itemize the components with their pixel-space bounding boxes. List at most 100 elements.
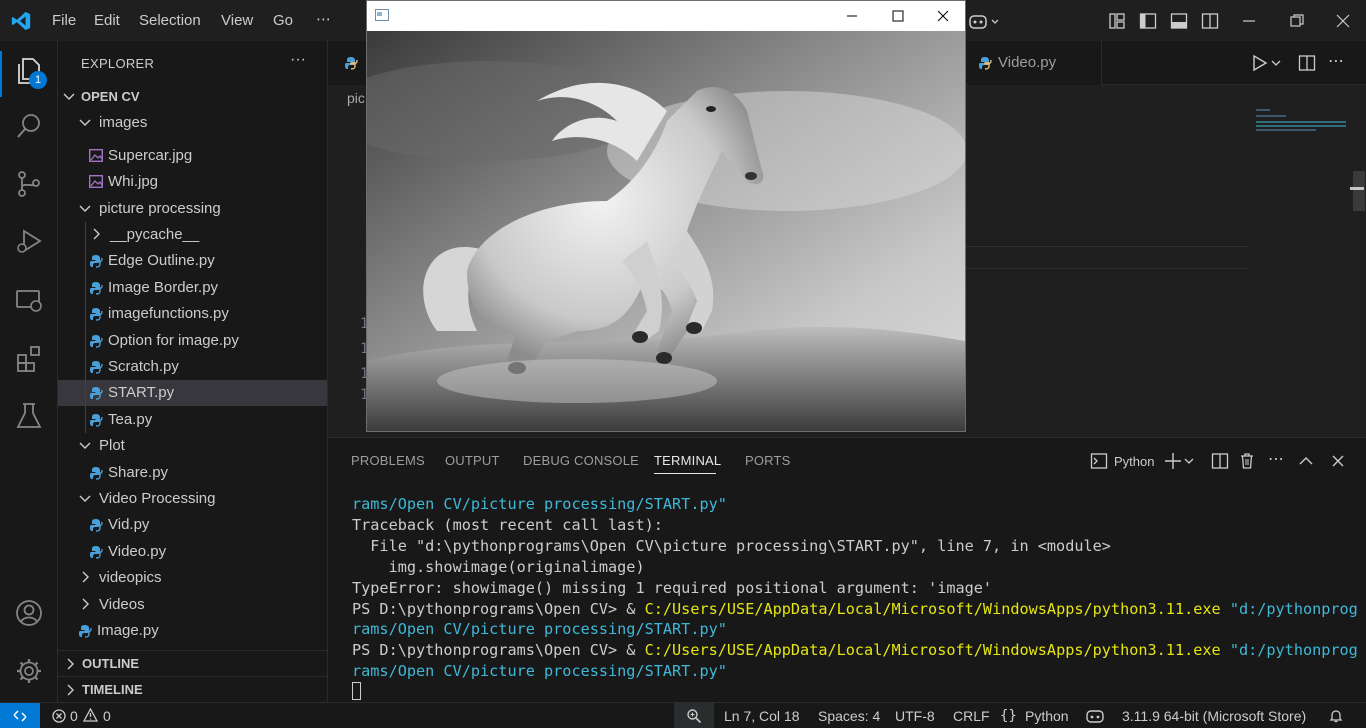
editor-more-button[interactable]: ⋯ <box>1328 51 1344 71</box>
tree-item[interactable]: START.py <box>58 380 327 406</box>
menu-edit[interactable]: Edit <box>94 12 120 29</box>
tree-item[interactable]: picture processing <box>58 196 327 222</box>
new-terminal-icon[interactable] <box>1164 452 1196 470</box>
python-file-icon <box>90 546 103 559</box>
python-file-icon <box>90 414 103 427</box>
tree-item[interactable]: Tea.py <box>58 407 327 433</box>
menu-more-button[interactable]: ⋯ <box>316 10 331 28</box>
copilot-icon[interactable] <box>968 12 1002 30</box>
terminal-text: rams/Open CV/picture processing/START.py… <box>352 662 727 681</box>
customize-layout-icon[interactable] <box>1108 12 1126 30</box>
chevron-down-icon <box>79 442 91 449</box>
explorer-more-button[interactable]: ··· <box>290 51 306 69</box>
testing-icon[interactable] <box>14 401 44 431</box>
menu-go[interactable]: Go <box>273 12 293 29</box>
tree-item[interactable]: Share.py <box>58 460 327 486</box>
python-interpreter[interactable]: 3.11.9 64-bit (Microsoft Store) <box>1122 708 1306 724</box>
tree-item[interactable]: Option for image.py <box>58 328 327 354</box>
tree-item[interactable]: Videos <box>58 592 327 618</box>
search-icon[interactable] <box>14 111 44 141</box>
opencv-image-window[interactable] <box>366 0 966 432</box>
minimize-icon[interactable] <box>845 9 859 23</box>
tab-partial[interactable] <box>328 41 368 85</box>
zoom-button[interactable] <box>674 703 714 728</box>
terminal-icon <box>1090 453 1108 469</box>
tree-item[interactable]: Supercar.jpg <box>58 143 327 169</box>
indentation[interactable]: Spaces: 4 <box>818 708 880 724</box>
tree-item[interactable]: imagefunctions.py <box>58 301 327 327</box>
timeline-section[interactable]: TIMELINE <box>58 676 327 702</box>
encoding[interactable]: UTF-8 <box>895 708 935 724</box>
minimap[interactable] <box>1256 105 1352 135</box>
tree-item[interactable]: Vid.py <box>58 512 327 538</box>
run-debug-icon[interactable] <box>14 226 44 256</box>
terminal-line: PS D:\pythonprograms\Open CV> & C:/Users… <box>352 599 1358 620</box>
tree-item[interactable]: Video.py <box>58 539 327 565</box>
tree-item[interactable]: Whi.jpg <box>58 169 327 195</box>
accounts-icon[interactable] <box>14 598 44 628</box>
tree-item[interactable]: Edge Outline.py <box>58 248 327 274</box>
tree-item[interactable]: videopics <box>58 565 327 591</box>
remote-explorer-icon[interactable] <box>14 286 44 316</box>
maximize-icon[interactable] <box>891 9 905 23</box>
notifications-bell-icon[interactable] <box>1328 708 1344 724</box>
tree-item-label: Image Border.py <box>108 279 219 296</box>
tab-output[interactable]: OUTPUT <box>445 453 500 468</box>
tab-video-py[interactable]: Video.py <box>968 41 1102 85</box>
tree-item[interactable]: Image.py <box>58 618 327 644</box>
tree-item[interactable]: Video Processing <box>58 486 327 512</box>
panel-more-button[interactable]: ⋯ <box>1268 449 1284 469</box>
chevron-right-icon <box>82 571 89 583</box>
terminal-profile[interactable]: Python <box>1114 454 1154 469</box>
minimize-window-icon[interactable] <box>1240 12 1258 30</box>
tree-item[interactable]: Plot <box>58 433 327 459</box>
chevron-right-icon <box>67 658 74 670</box>
toggle-primary-sidebar-icon[interactable] <box>1139 12 1157 30</box>
copilot-status-icon[interactable] <box>1085 708 1105 724</box>
menu-view[interactable]: View <box>221 12 253 29</box>
restore-window-icon[interactable] <box>1288 12 1306 30</box>
chevron-right-icon <box>82 598 89 610</box>
language-mode[interactable]: Python <box>1025 708 1069 724</box>
terminal-output[interactable]: rams/Open CV/picture processing/START.py… <box>352 494 1358 703</box>
close-window-icon[interactable] <box>1334 12 1352 30</box>
close-panel-icon[interactable] <box>1329 452 1347 470</box>
breadcrumb[interactable]: pic <box>347 90 365 106</box>
tree-root-open-cv[interactable]: OPEN CV <box>58 84 327 110</box>
tree-item[interactable]: images <box>58 110 327 136</box>
source-control-icon[interactable] <box>14 169 44 199</box>
outline-section[interactable]: OUTLINE <box>58 650 327 676</box>
image-window-titlebar[interactable] <box>367 1 965 31</box>
run-file-icon[interactable] <box>1250 54 1284 72</box>
line-ending[interactable]: CRLF <box>953 708 990 724</box>
scrollbar-marker <box>1350 187 1364 190</box>
tree-item[interactable]: Image Border.py <box>58 275 327 301</box>
tab-ports[interactable]: PORTS <box>745 453 791 468</box>
toggle-secondary-sidebar-icon[interactable] <box>1201 12 1219 30</box>
tree-item-label: Share.py <box>108 464 169 481</box>
split-editor-icon[interactable] <box>1298 54 1316 72</box>
split-terminal-icon[interactable] <box>1211 452 1229 470</box>
menu-selection[interactable]: Selection <box>139 12 201 29</box>
terminal-text: rams/Open CV/picture processing/START.py… <box>352 495 727 513</box>
tab-terminal[interactable]: TERMINAL <box>654 453 721 468</box>
tab-problems[interactable]: PROBLEMS <box>351 453 425 468</box>
tree-item-label: Plot <box>99 437 125 454</box>
problems-indicator[interactable]: 0 0 <box>50 703 116 728</box>
scrollbar[interactable] <box>1353 171 1365 211</box>
chevron-up-icon[interactable] <box>1297 452 1315 470</box>
tree-item[interactable]: Scratch.py <box>58 354 327 380</box>
tab-debug-console[interactable]: DEBUG CONSOLE <box>523 453 639 468</box>
trash-icon[interactable] <box>1238 452 1256 470</box>
chevron-down-icon <box>79 495 91 502</box>
tree-item[interactable]: __pycache__ <box>58 222 327 248</box>
extensions-icon[interactable] <box>14 343 44 373</box>
toggle-panel-icon[interactable] <box>1170 12 1188 30</box>
menu-file[interactable]: File <box>52 12 76 29</box>
remote-indicator[interactable] <box>0 703 40 728</box>
settings-gear-icon[interactable] <box>14 656 44 686</box>
tree-item-label: Video Processing <box>99 490 216 507</box>
cursor-position[interactable]: Ln 7, Col 18 <box>724 708 800 724</box>
close-icon[interactable] <box>936 9 950 23</box>
python-file-icon <box>90 387 103 400</box>
